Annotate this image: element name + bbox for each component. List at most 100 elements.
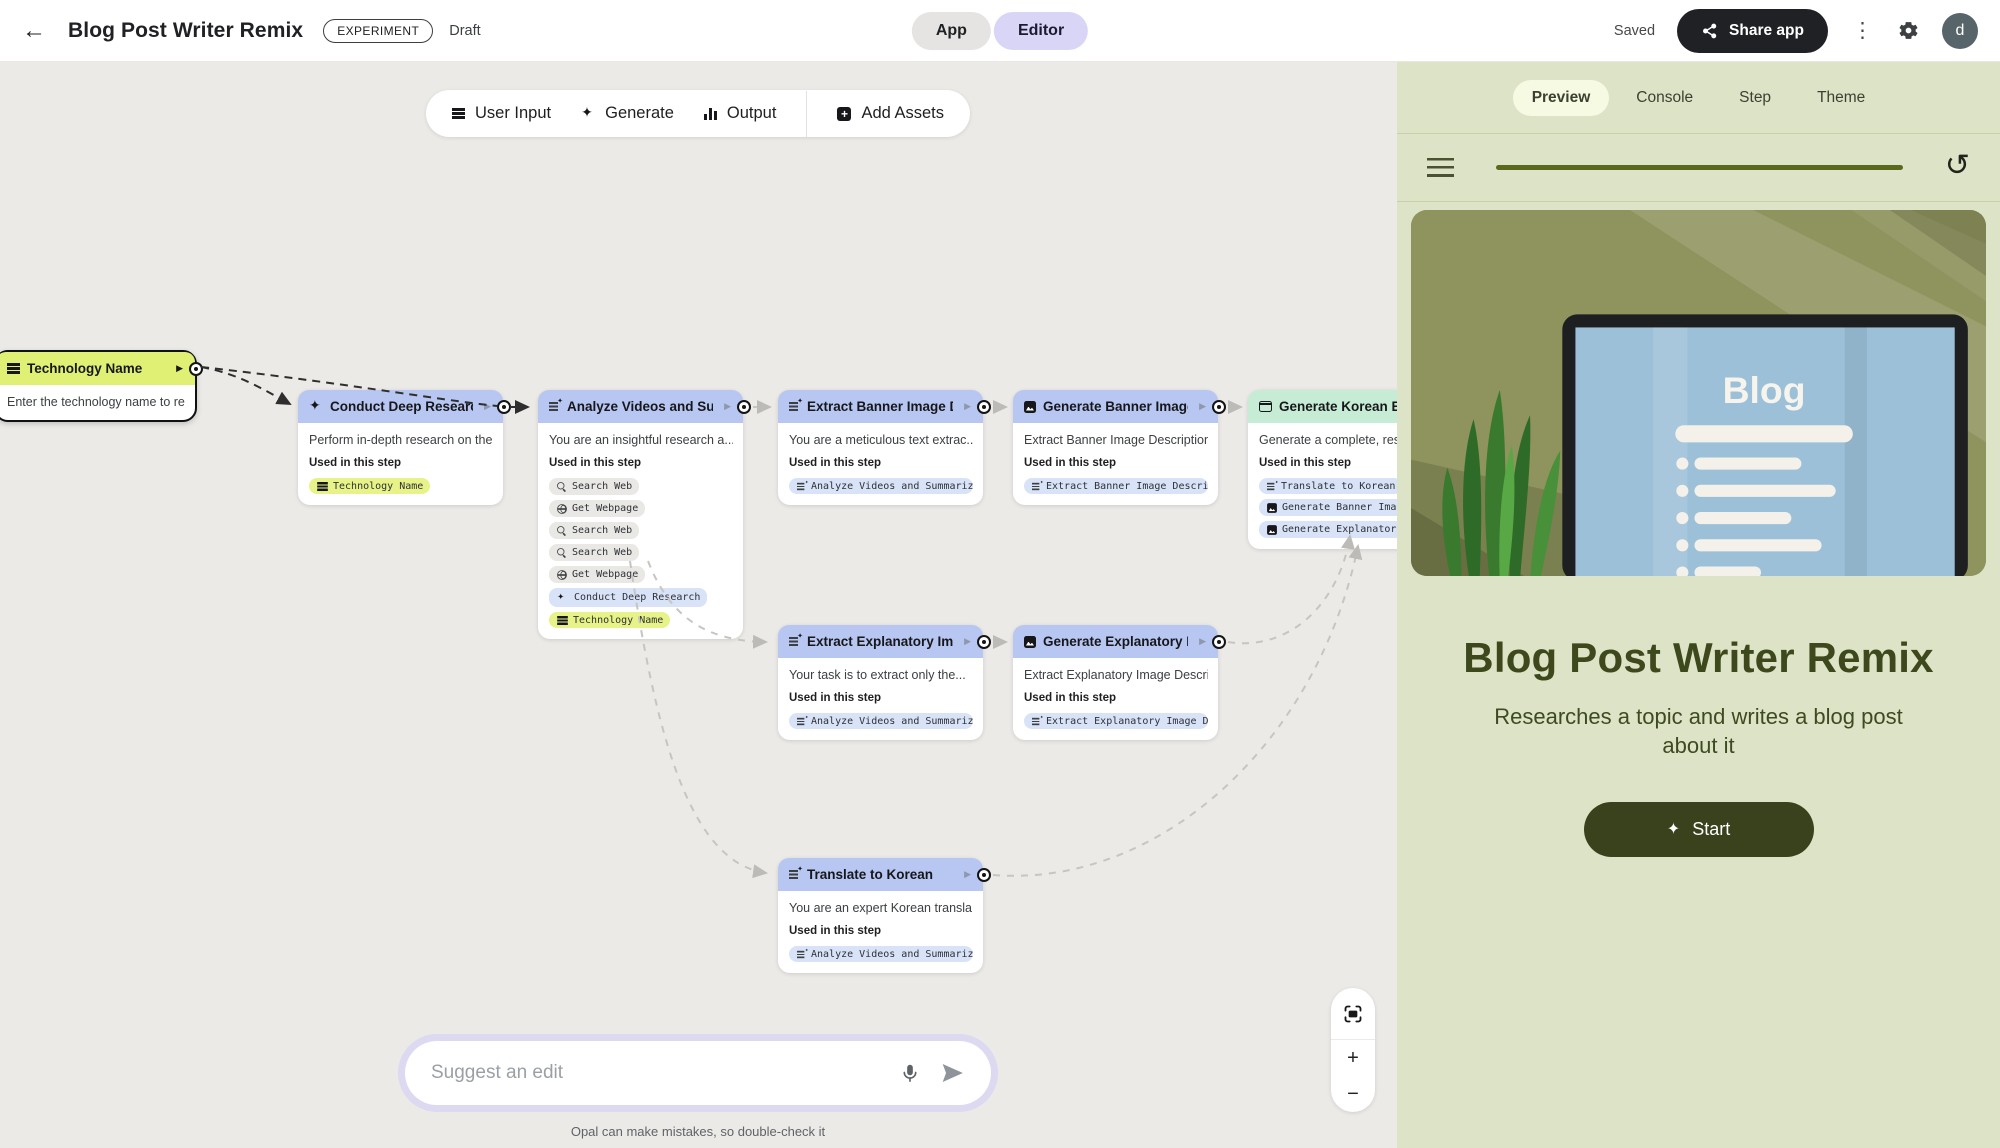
share-icon xyxy=(1701,22,1719,40)
reference-chip[interactable]: Analyze Videos and Summarize i… xyxy=(789,946,973,962)
node-technology-name[interactable]: Technology Name▶Enter the technology nam… xyxy=(0,350,197,422)
reference-chip[interactable]: Generate Banner Image xyxy=(1259,499,1397,516)
node-description: You are an expert Korean transla... xyxy=(789,901,973,915)
fit-to-screen-icon[interactable] xyxy=(1331,988,1375,1040)
more-options-icon[interactable]: ⋮ xyxy=(1850,18,1875,43)
node-header: Generate Explanatory I...▶ xyxy=(1013,625,1218,658)
chip-label: Analyze Videos and Summarize i… xyxy=(811,481,973,492)
reference-chip[interactable]: Extract Explanatory Image Desc… xyxy=(1024,713,1208,729)
header-actions: Saved Share app ⋮ d xyxy=(1614,9,1978,53)
node-title: Translate to Korean xyxy=(807,867,953,882)
chip-label: Translate to Korean xyxy=(1281,481,1395,492)
chip-label: Get Webpage xyxy=(572,569,638,580)
tab-theme[interactable]: Theme xyxy=(1798,80,1884,116)
reference-chip[interactable]: Get Webpage xyxy=(549,500,645,517)
node-analyze-videos-and-summarize[interactable]: Analyze Videos and Sum...▶You are an ins… xyxy=(538,390,743,639)
back-arrow-icon[interactable]: ← xyxy=(22,17,46,45)
restart-icon[interactable]: ↺ xyxy=(1945,151,1970,181)
reference-chip[interactable]: Analyze Videos and Summarize i… xyxy=(789,713,973,729)
output-port[interactable] xyxy=(1212,400,1226,414)
avatar[interactable]: d xyxy=(1942,13,1978,49)
tab-editor[interactable]: Editor xyxy=(994,12,1088,50)
start-label: Start xyxy=(1692,819,1730,840)
run-step-icon[interactable]: ▶ xyxy=(176,363,183,374)
reference-chip[interactable]: Search Web xyxy=(549,478,639,495)
output-port[interactable] xyxy=(189,362,203,376)
zoom-in-button[interactable]: + xyxy=(1331,1040,1375,1076)
chip-label: Technology Name xyxy=(573,615,663,626)
run-step-icon[interactable]: ▶ xyxy=(724,401,731,412)
text-generate-icon xyxy=(1032,482,1041,489)
globe-icon xyxy=(557,570,567,580)
reference-chip[interactable]: Get Webpage xyxy=(549,566,645,583)
add-generate-button[interactable]: Generate xyxy=(581,104,674,123)
reference-chip[interactable]: Technology Name xyxy=(549,612,670,628)
add-output-button[interactable]: Output xyxy=(704,104,777,123)
suggest-edit-input[interactable] xyxy=(431,1062,889,1084)
output-port[interactable] xyxy=(977,868,991,882)
output-port[interactable] xyxy=(1212,635,1226,649)
image-icon xyxy=(1024,636,1036,648)
reference-chip[interactable]: Analyze Videos and Summarize i… xyxy=(789,478,973,494)
user-input-icon xyxy=(452,108,465,119)
node-body: You are an expert Korean transla... Used … xyxy=(778,891,983,973)
reference-chip[interactable]: Search Web xyxy=(549,522,639,539)
reference-chip[interactable]: Conduct Deep Research xyxy=(549,588,707,607)
run-step-icon[interactable]: ▶ xyxy=(964,636,971,647)
run-step-icon[interactable]: ▶ xyxy=(1199,636,1206,647)
output-port[interactable] xyxy=(737,400,751,414)
tab-console[interactable]: Console xyxy=(1617,80,1712,116)
node-title: Analyze Videos and Sum... xyxy=(567,399,713,414)
output-port[interactable] xyxy=(977,635,991,649)
output-label: Output xyxy=(727,104,777,123)
zoom-out-button[interactable]: − xyxy=(1331,1076,1375,1112)
menu-hamburger-icon[interactable] xyxy=(1427,158,1454,177)
node-extract-banner-image-description[interactable]: Extract Banner Image D...▶You are a meti… xyxy=(778,390,983,505)
generate-icon xyxy=(309,400,323,414)
tab-step[interactable]: Step xyxy=(1720,80,1790,116)
reference-chip[interactable]: Extract Banner Image Descripti… xyxy=(1024,478,1208,494)
add-user-input-button[interactable]: User Input xyxy=(452,104,551,123)
add-assets-button[interactable]: Add Assets xyxy=(837,104,944,123)
node-generate-korean-blog-post[interactable]: Generate Korean Blog P...▶Generate a com… xyxy=(1248,390,1397,549)
image-icon xyxy=(1267,503,1277,513)
settings-gear-icon[interactable] xyxy=(1897,19,1920,42)
opal-editor-window: ← Blog Post Writer Remix EXPERIMENT Draf… xyxy=(0,0,2000,1148)
run-step-icon[interactable]: ▶ xyxy=(964,869,971,880)
node-conduct-deep-research[interactable]: Conduct Deep Research ▶ Perform in-depth r… xyxy=(298,390,503,505)
run-step-icon[interactable]: ▶ xyxy=(964,401,971,412)
output-port[interactable] xyxy=(497,400,511,414)
microphone-icon[interactable] xyxy=(889,1052,931,1094)
reference-chip[interactable]: Search Web xyxy=(549,544,639,561)
run-step-icon[interactable]: ▶ xyxy=(484,401,491,412)
output-port[interactable] xyxy=(977,400,991,414)
node-generate-explanatory-image[interactable]: Generate Explanatory I...▶ Extract Explan… xyxy=(1013,625,1218,740)
node-extract-explanatory-image[interactable]: Extract Explanatory Ima...▶Your task is … xyxy=(778,625,983,740)
reference-chip[interactable]: Translate to Korean xyxy=(1259,478,1397,494)
used-in-step-label: Used in this step xyxy=(789,457,973,469)
image-icon xyxy=(1024,401,1036,413)
send-icon[interactable] xyxy=(931,1052,973,1094)
share-app-button[interactable]: Share app xyxy=(1677,9,1828,53)
tab-preview[interactable]: Preview xyxy=(1513,80,1610,116)
app-editor-toggle: App Editor xyxy=(912,12,1088,50)
add-assets-plus-icon xyxy=(837,107,851,121)
text-generate-icon xyxy=(789,402,800,411)
node-title: Conduct Deep Research xyxy=(330,399,473,414)
run-step-icon[interactable]: ▶ xyxy=(1199,401,1206,412)
node-generate-banner-image[interactable]: Generate Banner Image▶Extract Banner Ima… xyxy=(1013,390,1218,505)
start-button[interactable]: ✦ Start xyxy=(1584,802,1814,857)
reference-chip[interactable]: Technology Name xyxy=(309,478,430,494)
reference-chip[interactable]: Generate Explanatory Image xyxy=(1259,521,1397,538)
output-chart-icon xyxy=(704,108,717,120)
node-translate-to-korean[interactable]: Translate to Korean ▶ You are an expert Ko… xyxy=(778,858,983,973)
globe-icon xyxy=(557,504,567,514)
suggest-edit-bar xyxy=(398,1034,998,1112)
reference-chips: Technology Name xyxy=(309,478,493,494)
tab-app[interactable]: App xyxy=(912,12,991,50)
used-in-step-label: Used in this step xyxy=(789,925,973,937)
node-body: Extract Banner Image DescriptionUsed in … xyxy=(1013,423,1218,505)
node-body: Perform in-depth research on the...Used … xyxy=(298,423,503,505)
workflow-canvas[interactable]: User Input Generate Output Add Assets Te… xyxy=(0,62,1397,1148)
node-body: Your task is to extract only the...Used … xyxy=(778,658,983,740)
